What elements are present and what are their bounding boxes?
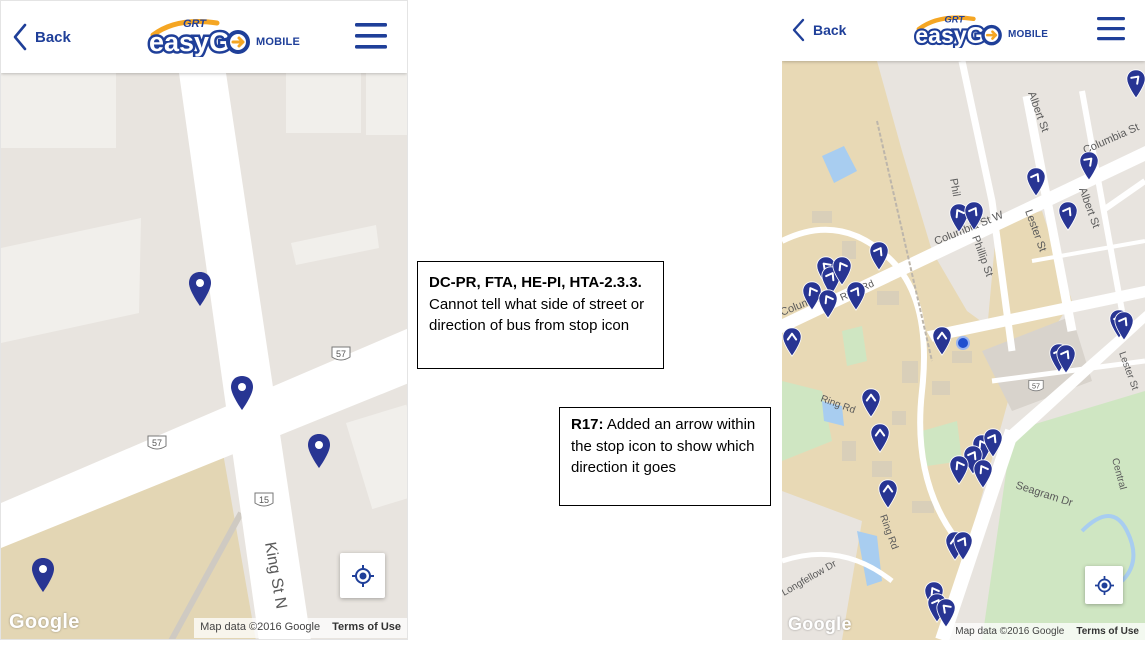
map-data-credit: Map data ©2016 Google [200,621,321,633]
route-shield-57: 57 [147,435,167,450]
bus-stop-arrow-pin[interactable] [1114,311,1134,341]
bus-stop-arrow-pin[interactable] [870,423,890,453]
map-attribution: Map data ©2016 Google Terms of Use [194,618,407,638]
bus-stop-arrow-pin[interactable] [1058,201,1078,231]
phone-screen-after: Back GRT easyG MOBILE Albert St Columbia… [782,0,1145,640]
crosshair-location-icon [1094,575,1114,595]
svg-text:15: 15 [259,495,269,505]
terms-of-use-link[interactable]: Terms of Use [1070,623,1145,640]
svg-text:57: 57 [152,438,162,448]
bus-stop-arrow-pin[interactable] [953,531,973,561]
terms-of-use-link[interactable]: Terms of Use [326,618,407,638]
map-attribution: Map data ©2016 Google Terms of Use [949,623,1145,640]
bus-stop-arrow-pin[interactable] [973,459,993,489]
app-header: Back GRT easyG MOBILE [1,1,407,73]
hamburger-icon [1097,17,1125,41]
back-label: Back [35,28,71,46]
easygo-logo-mark: GRT easyG [147,18,250,57]
chevron-left-icon [792,18,805,42]
route-shield-15: 15 [254,492,274,507]
bus-stop-arrow-pin[interactable] [861,388,881,418]
bus-stop-pin[interactable] [307,433,331,469]
bus-stop-arrow-pin[interactable] [1056,344,1076,374]
logo-mobile-text: MOBILE [256,36,300,48]
app-header: Back GRT easyG MOBILE [782,0,1145,61]
crosshair-location-icon [351,564,374,587]
annotation-callout-issue: DC-PR, FTA, HE-PI, HTA-2.3.3. Cannot tel… [417,261,664,369]
back-label: Back [813,22,847,38]
my-location-button[interactable] [1085,566,1123,604]
easygo-logo: GRT easyG MOBILE [147,15,300,57]
annotation-callout-fix: R17: Added an arrow within the stop icon… [559,407,771,506]
route-shield-57: 57 [1028,380,1044,392]
map-data-credit: Map data ©2016 Google [955,626,1065,637]
callout-issue-codes: DC-PR, FTA, HE-PI, HTA-2.3.3. [429,274,642,291]
map-view[interactable]: Albert St Columbia St Columbia St W Phil… [782,61,1145,640]
bus-stop-arrow-pin[interactable] [869,241,889,271]
bus-stop-arrow-pin[interactable] [1126,69,1145,99]
back-button[interactable]: Back [13,23,71,51]
svg-text:King St N: King St N [261,541,289,611]
map-view[interactable]: 57 57 15 King St N Google Map data ©2016… [1,73,407,639]
svg-text:easyG: easyG [149,27,230,57]
bus-stop-pin[interactable] [188,271,212,307]
callout-fix-code: R17: [571,416,604,433]
chevron-left-icon [13,23,27,51]
bus-stop-arrow-pin[interactable] [1079,151,1099,181]
phone-screen-before: Back GRT easyG MOBILE 57 57 15 King St N… [0,0,408,640]
bus-stop-pin[interactable] [230,375,254,411]
svg-text:57: 57 [1032,381,1040,390]
bus-stop-arrow-pin[interactable] [949,455,969,485]
bus-stop-arrow-pin[interactable] [878,479,898,509]
hamburger-icon [355,23,387,49]
bus-stop-arrow-pin[interactable] [932,326,952,356]
google-logo: Google [9,611,80,633]
easygo-logo: GRT easyG MOBILE [913,12,1048,48]
bus-stop-arrow-pin[interactable] [964,201,984,231]
svg-text:57: 57 [336,349,346,359]
bus-stop-arrow-pin[interactable] [782,327,802,357]
google-logo: Google [788,614,852,634]
bus-stop-pin[interactable] [31,557,55,593]
hamburger-menu-button[interactable] [1097,16,1125,46]
logo-mobile-text: MOBILE [1008,29,1049,40]
route-shield-57: 57 [331,346,351,361]
callout-issue-text: Cannot tell what side of street or direc… [429,295,645,335]
easygo-logo-mark: GRT easyG [913,13,1002,48]
bus-stop-arrow-pin[interactable] [1026,167,1046,197]
bus-stop-arrow-pin[interactable] [983,428,1003,458]
svg-text:easyG: easyG [915,22,984,48]
current-location-dot [956,336,970,350]
hamburger-menu-button[interactable] [355,22,387,55]
bus-stop-arrow-pin[interactable] [818,289,838,319]
back-button[interactable]: Back [792,18,846,42]
my-location-button[interactable] [340,553,385,598]
bus-stop-arrow-pin[interactable] [846,281,866,311]
